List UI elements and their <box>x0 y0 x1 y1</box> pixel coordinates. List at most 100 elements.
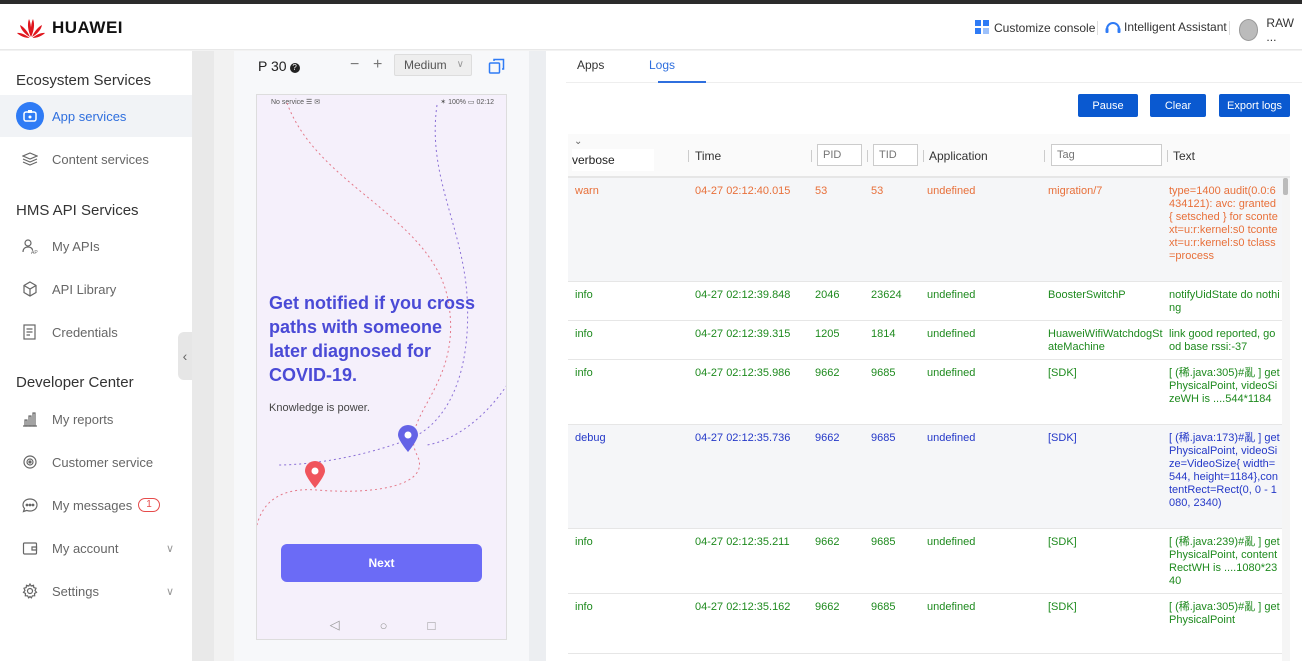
home-nav-icon[interactable]: ○ <box>380 618 388 633</box>
sidebar-item-label: Content services <box>52 151 149 167</box>
column-divider <box>688 150 689 162</box>
sidebar-item-settings[interactable]: Settings ∨ <box>0 570 192 612</box>
log-level-select[interactable]: verbose <box>572 149 654 171</box>
wallet-icon <box>22 540 38 556</box>
cube-icon <box>22 281 38 297</box>
sidebar-item-my-messages[interactable]: My messages 1 <box>0 484 192 526</box>
help-icon[interactable]: ? <box>289 63 300 73</box>
tab-logs[interactable]: Logs <box>649 58 675 72</box>
header-divider <box>1097 21 1098 35</box>
cell-app: undefined <box>927 185 976 197</box>
cell-text: [ (稀.java:305)#亂 ] getPhysicalPoint, vid… <box>1169 367 1280 405</box>
table-row[interactable]: info 04-27 02:12:35.211 9662 9685 undefined [… <box>568 529 1290 594</box>
sidebar-item-label: Settings <box>52 583 99 599</box>
cell-level: info <box>575 328 593 340</box>
cell-app: undefined <box>927 601 976 613</box>
sidebar-item-label: API Library <box>52 281 117 297</box>
user-api-icon: API <box>22 238 38 254</box>
cell-text: link good reported, good base rssi:-37 <box>1169 328 1276 353</box>
sidebar-item-customer-service[interactable]: Customer service <box>0 441 192 483</box>
document-icon <box>22 324 38 340</box>
back-nav-icon[interactable]: ◁ <box>330 617 340 633</box>
column-time: Time <box>695 149 722 163</box>
cell-level: info <box>575 536 593 548</box>
column-divider <box>867 150 868 162</box>
next-button[interactable]: Next <box>281 544 482 582</box>
section-hms-api-services: HMS API Services <box>16 202 139 219</box>
table-scrollbar[interactable] <box>1282 178 1290 661</box>
avatar <box>1239 19 1259 41</box>
pause-button[interactable]: Pause <box>1078 94 1138 117</box>
chevron-down-icon: ∨ <box>165 542 174 555</box>
cell-time: 04-27 02:12:40.015 <box>695 185 791 197</box>
export-logs-button[interactable]: Export logs <box>1219 94 1290 117</box>
layers-icon <box>22 151 38 167</box>
onboarding-subtitle: Knowledge is power. <box>269 402 370 414</box>
cell-pid: 9662 <box>815 536 840 548</box>
collapse-sidebar-button[interactable]: ‹ <box>178 332 192 380</box>
chevron-down-icon[interactable]: ⌄ <box>574 136 582 147</box>
sidebar-item-my-reports[interactable]: My reports <box>0 398 192 440</box>
cell-pid: 9662 <box>815 432 840 444</box>
cell-time: 04-27 02:12:39.848 <box>695 289 791 301</box>
table-row[interactable]: warn 04-27 02:12:40.015 53 53 undefined migra… <box>568 178 1290 282</box>
recents-nav-icon[interactable]: □ <box>428 618 436 633</box>
scrollbar-thumb[interactable] <box>1283 178 1288 195</box>
top-header: HUAWEI Customize console Intelligent Ass… <box>0 4 1302 50</box>
cell-level: warn <box>575 185 599 197</box>
sidebar-item-app-services[interactable]: App services <box>0 95 192 137</box>
cell-level: info <box>575 367 593 379</box>
cell-text: [ (稀.java:305)#亂 ] getPhysicalPoint <box>1169 601 1280 626</box>
section-ecosystem-services: Ecosystem Services <box>16 72 152 89</box>
cell-app: undefined <box>927 367 976 379</box>
sidebar-item-label: My account <box>52 540 119 556</box>
tab-apps[interactable]: Apps <box>577 58 604 72</box>
cell-tag: [SDK] <box>1048 432 1077 444</box>
table-row[interactable]: info 04-27 02:12:35.986 9662 9685 undefined [… <box>568 360 1290 425</box>
table-row[interactable]: info 04-27 02:12:35.162 9662 9685 undefined [… <box>568 594 1290 654</box>
table-row[interactable]: info 04-27 02:12:39.315 1205 1814 undefined H… <box>568 321 1290 360</box>
screen-size-value: Medium <box>404 58 447 72</box>
cell-time: 04-27 02:12:35.211 <box>695 536 790 548</box>
assistant-icon <box>1105 22 1121 33</box>
sidebar-item-api-library[interactable]: API Library <box>0 268 192 310</box>
user-menu[interactable]: RAW ... <box>1239 16 1302 44</box>
customize-console-link[interactable]: Customize console <box>975 20 1095 35</box>
sidebar-item-my-account[interactable]: My account ∨ <box>0 527 192 569</box>
chevron-down-icon: ∨ <box>165 585 174 598</box>
cell-text: [ (稀.java:173)#亂 ] getPhysicalPoint, vid… <box>1169 432 1280 509</box>
zoom-out-button[interactable]: − <box>350 56 359 74</box>
tid-filter-input[interactable] <box>873 144 918 166</box>
intelligent-assistant-link[interactable]: Intelligent Assistant <box>1105 20 1227 34</box>
tab-bar: Apps Logs <box>566 51 1302 83</box>
cell-tid: 9685 <box>871 601 896 613</box>
sidebar-item-label: App services <box>52 108 127 124</box>
screen-size-select[interactable]: Medium ∨ <box>394 54 472 76</box>
table-row[interactable]: info 04-27 02:12:39.848 2046 23624 undefined… <box>568 282 1290 321</box>
location-pin-icon <box>398 425 418 452</box>
sidebar-item-content-services[interactable]: Content services <box>0 138 192 180</box>
cell-tag: HuaweiWifiWatchdogStateMachine <box>1048 328 1163 353</box>
tag-filter-input[interactable] <box>1051 144 1162 166</box>
sidebar-item-credentials[interactable]: Credentials <box>0 311 192 353</box>
clear-button[interactable]: Clear <box>1150 94 1206 117</box>
huawei-logo[interactable]: HUAWEI <box>16 16 123 40</box>
cell-pid: 9662 <box>815 601 840 613</box>
zoom-in-button[interactable]: + <box>373 56 382 74</box>
pid-filter-input[interactable] <box>817 144 862 166</box>
logs-table: ⌄ verbose Time Application Text warn 04-2… <box>568 134 1290 661</box>
cell-tag: BoosterSwitchP <box>1048 289 1126 301</box>
sidebar-item-label: My messages <box>52 497 133 513</box>
cell-level: info <box>575 289 593 301</box>
sidebar-item-my-apis[interactable]: API My APIs <box>0 225 192 267</box>
unread-count-badge: 1 <box>138 498 160 512</box>
cell-time: 04-27 02:12:39.315 <box>695 328 791 340</box>
section-developer-center: Developer Center <box>16 374 134 391</box>
cell-app: undefined <box>927 289 976 301</box>
phone-screen[interactable]: No service ☰ ✉ ✶ 100% ▭ 02:12 Get notifi… <box>256 94 507 640</box>
table-row[interactable]: debug 04-27 02:12:35.736 9662 9685 undefined… <box>568 425 1290 529</box>
rotate-screen-icon[interactable] <box>488 57 506 75</box>
location-pin-icon <box>305 461 325 488</box>
user-name: RAW ... <box>1266 16 1294 44</box>
cell-pid: 2046 <box>815 289 840 301</box>
